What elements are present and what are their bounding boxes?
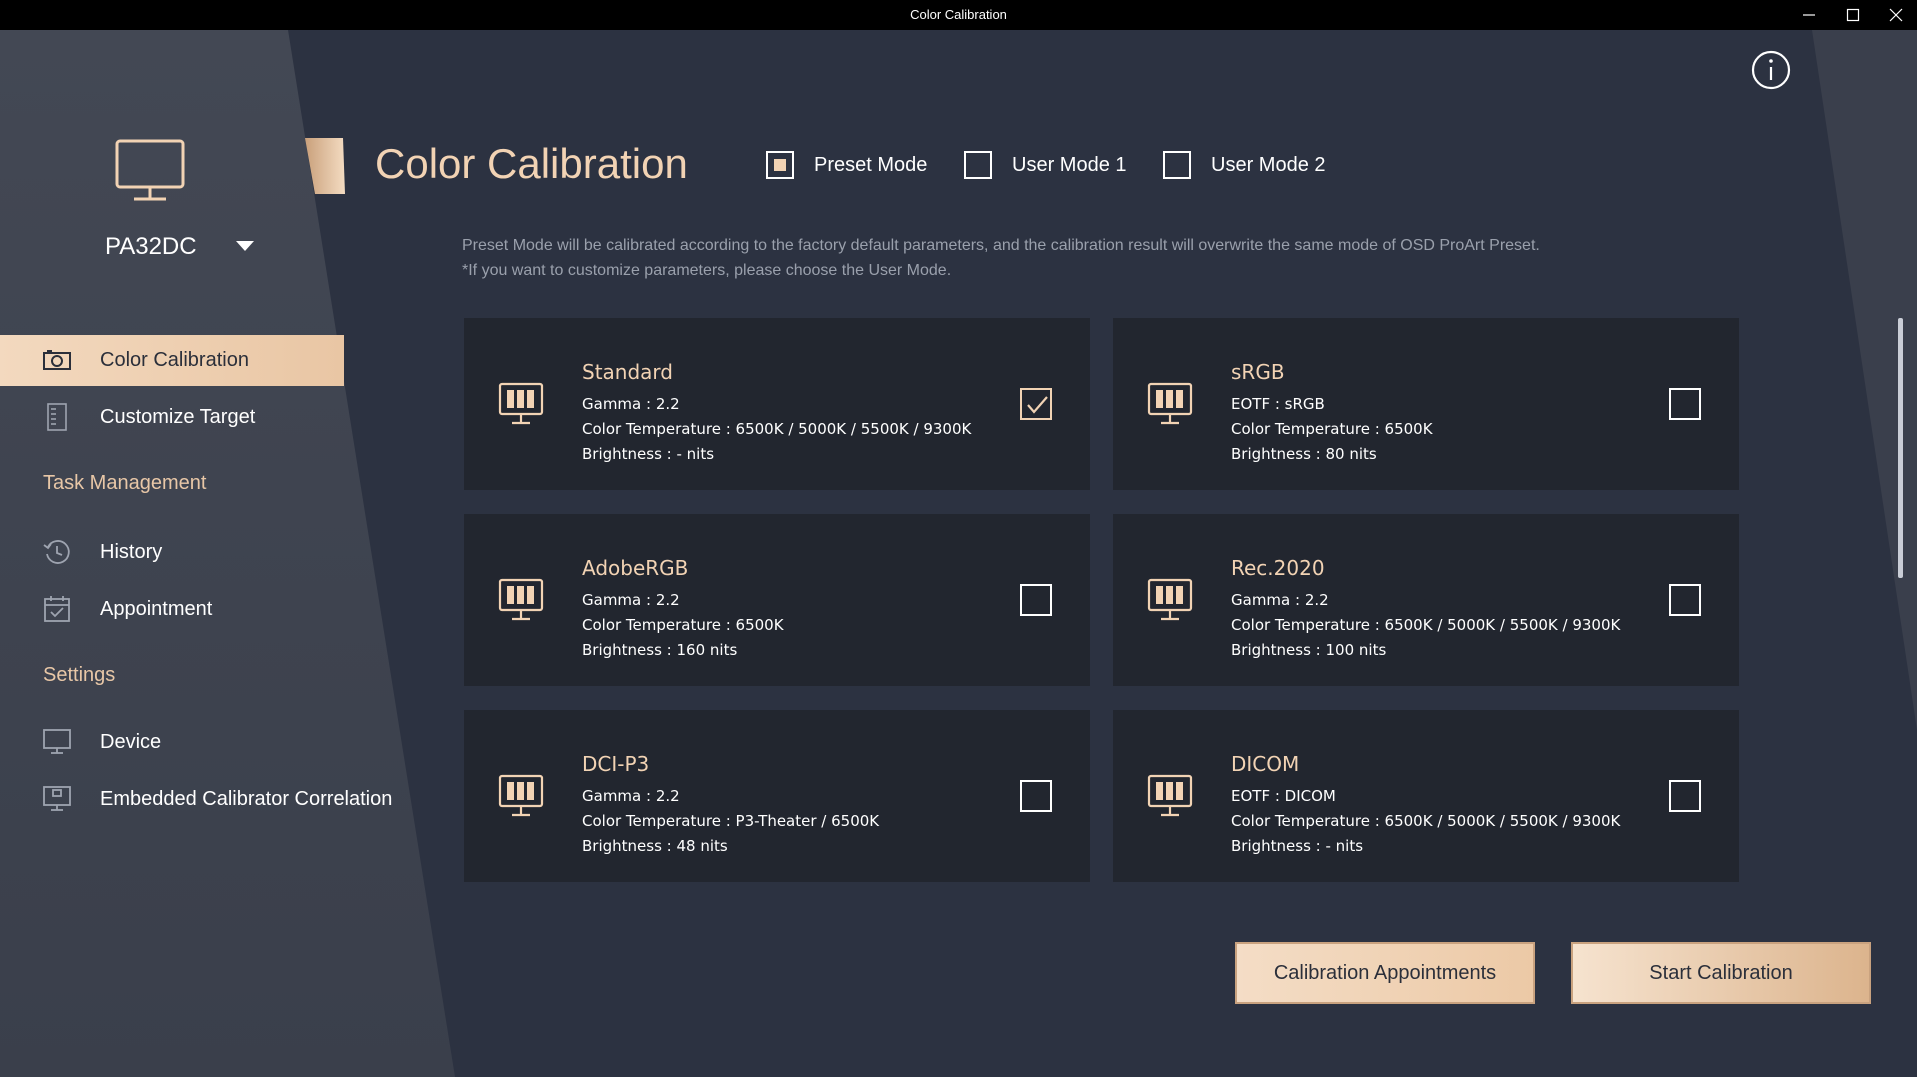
preset-detail: Brightness : 48 nits xyxy=(582,837,728,855)
preset-checkbox[interactable] xyxy=(1020,780,1052,812)
sidebar-item-label: Customize Target xyxy=(100,405,256,428)
preset-card-dicom[interactable]: DICOM EOTF : DICOM Color Temperature : 6… xyxy=(1113,710,1739,882)
sidebar-item-history[interactable]: History xyxy=(42,532,162,572)
minimize-button[interactable] xyxy=(1786,0,1832,30)
preset-name: sRGB xyxy=(1231,360,1285,384)
window-title: Color Calibration xyxy=(910,7,1007,22)
preset-name: DICOM xyxy=(1231,752,1300,776)
preset-monitor-icon xyxy=(498,774,544,823)
document-icon xyxy=(42,402,72,432)
preset-detail: Color Temperature : 6500K / 5000K / 5500… xyxy=(582,420,972,438)
info-icon xyxy=(1751,50,1791,90)
preset-mode-checkbox[interactable] xyxy=(766,151,794,179)
preset-checkbox[interactable] xyxy=(1669,584,1701,616)
preset-monitor-icon xyxy=(498,578,544,627)
section-title-task-management: Task Management xyxy=(43,472,207,494)
preset-detail: Color Temperature : 6500K / 5000K / 5500… xyxy=(1231,812,1621,830)
preset-detail: Brightness : 100 nits xyxy=(1231,641,1387,659)
description-line: Preset Mode will be calibrated according… xyxy=(462,237,1540,254)
calibration-appointments-button[interactable]: Calibration Appointments xyxy=(1235,942,1535,1004)
start-calibration-button[interactable]: Start Calibration xyxy=(1571,942,1871,1004)
preset-detail: EOTF : DICOM xyxy=(1231,787,1336,805)
preset-detail: Gamma : 2.2 xyxy=(582,787,680,805)
preset-checkbox[interactable] xyxy=(1669,780,1701,812)
close-icon xyxy=(1889,8,1903,22)
monitor-calibrator-icon xyxy=(42,784,72,814)
user-mode-1-checkbox[interactable] xyxy=(964,151,992,179)
preset-detail: Brightness : 160 nits xyxy=(582,641,738,659)
user-mode-1-option[interactable]: User Mode 1 xyxy=(964,150,1127,180)
mode-label: User Mode 2 xyxy=(1211,153,1326,176)
preset-detail: Gamma : 2.2 xyxy=(1231,591,1329,609)
history-icon xyxy=(42,537,72,567)
mode-label: Preset Mode xyxy=(814,153,928,176)
preset-card-standard[interactable]: Standard Gamma : 2.2 Color Temperature :… xyxy=(464,318,1090,490)
sidebar-item-color-calibration[interactable]: Color Calibration xyxy=(42,340,249,380)
section-title-settings: Settings xyxy=(43,664,116,686)
preset-monitor-icon xyxy=(498,382,544,431)
checkmark-icon xyxy=(1027,396,1048,414)
title-accent xyxy=(305,138,345,194)
mode-description: Preset Mode will be calibrated according… xyxy=(462,233,1540,283)
preset-detail: Gamma : 2.2 xyxy=(582,395,680,413)
preset-name: DCI-P3 xyxy=(582,752,650,776)
preset-detail: Color Temperature : 6500K xyxy=(1231,420,1433,438)
user-mode-2-checkbox[interactable] xyxy=(1163,151,1191,179)
title-bar: Color Calibration xyxy=(0,0,1917,30)
minimize-icon xyxy=(1803,14,1815,16)
sidebar-item-customize-target[interactable]: Customize Target xyxy=(42,397,255,437)
triangle-down-icon xyxy=(236,241,254,251)
preset-card-adobergb[interactable]: AdobeRGB Gamma : 2.2 Color Temperature :… xyxy=(464,514,1090,686)
maximize-icon xyxy=(1846,8,1860,22)
sidebar-item-label: Device xyxy=(100,730,162,753)
info-button[interactable] xyxy=(1751,50,1791,90)
user-mode-2-option[interactable]: User Mode 2 xyxy=(1163,150,1326,180)
preset-detail: Color Temperature : 6500K / 5000K / 5500… xyxy=(1231,616,1621,634)
preset-detail: EOTF : sRGB xyxy=(1231,395,1325,413)
preset-detail: Color Temperature : P3-Theater / 6500K xyxy=(582,812,880,830)
sidebar-item-label: History xyxy=(100,540,163,563)
sidebar-item-device[interactable]: Device xyxy=(42,722,161,762)
maximize-button[interactable] xyxy=(1830,0,1876,30)
preset-detail: Brightness : - nits xyxy=(1231,837,1364,855)
mode-label: User Mode 1 xyxy=(1012,153,1127,176)
monitor-icon xyxy=(114,138,186,209)
device-dropdown-button[interactable] xyxy=(234,238,256,254)
preset-name: AdobeRGB xyxy=(582,556,689,580)
sidebar-item-label: Appointment xyxy=(100,597,213,620)
preset-detail: Brightness : 80 nits xyxy=(1231,445,1377,463)
preset-card-dci-p3[interactable]: DCI-P3 Gamma : 2.2 Color Temperature : P… xyxy=(464,710,1090,882)
page-title: Color Calibration xyxy=(375,140,688,187)
preset-detail: Gamma : 2.2 xyxy=(582,591,680,609)
preset-monitor-icon xyxy=(1147,774,1193,823)
scrollbar[interactable] xyxy=(1898,318,1903,578)
preset-name: Rec.2020 xyxy=(1231,556,1325,580)
preset-mode-option[interactable]: Preset Mode xyxy=(766,150,927,180)
sidebar-item-label: Color Calibration xyxy=(100,348,249,371)
device-name: PA32DC xyxy=(105,233,197,260)
sidebar-item-embedded-calibrator-correlation[interactable]: Embedded Calibrator Correlation xyxy=(42,779,392,819)
preset-checkbox[interactable] xyxy=(1020,584,1052,616)
preset-detail: Color Temperature : 6500K xyxy=(582,616,784,634)
calendar-check-icon xyxy=(42,594,72,624)
preset-name: Standard xyxy=(582,360,673,384)
close-button[interactable] xyxy=(1873,0,1917,30)
camera-icon xyxy=(42,345,72,375)
preset-checkbox[interactable] xyxy=(1669,388,1701,420)
preset-detail: Brightness : - nits xyxy=(582,445,715,463)
description-line: *If you want to customize parameters, pl… xyxy=(462,262,952,279)
preset-card-rec2020[interactable]: Rec.2020 Gamma : 2.2 Color Temperature :… xyxy=(1113,514,1739,686)
preset-checkbox[interactable] xyxy=(1020,388,1052,420)
preset-monitor-icon xyxy=(1147,382,1193,431)
sidebar-item-appointment[interactable]: Appointment xyxy=(42,589,212,629)
sidebar-item-label: Embedded Calibrator Correlation xyxy=(100,787,393,810)
monitor-icon xyxy=(42,727,72,757)
preset-card-srgb[interactable]: sRGB EOTF : sRGB Color Temperature : 650… xyxy=(1113,318,1739,490)
preset-monitor-icon xyxy=(1147,578,1193,627)
